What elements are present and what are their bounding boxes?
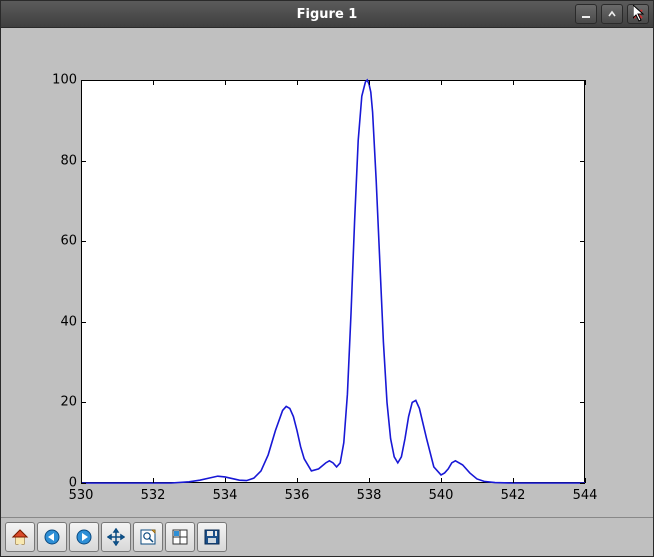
close-button[interactable] — [627, 4, 649, 24]
forward-icon — [75, 528, 93, 546]
save-icon — [203, 528, 221, 546]
x-tick-mark — [513, 478, 514, 483]
x-tick-mark — [153, 80, 154, 85]
x-tick-mark — [585, 80, 586, 85]
y-tick-mark — [81, 161, 86, 162]
maximize-button[interactable] — [601, 4, 623, 24]
home-icon — [11, 528, 29, 546]
home-button[interactable] — [5, 522, 35, 552]
x-tick-label: 532 — [141, 488, 166, 503]
figure-window: Figure 1 02040608010 — [0, 0, 654, 557]
x-tick-mark — [81, 80, 82, 85]
y-tick-label: 80 — [37, 153, 77, 168]
line-plot — [81, 80, 585, 483]
x-tick-mark — [297, 80, 298, 85]
back-button[interactable] — [37, 522, 67, 552]
window-title: Figure 1 — [297, 7, 358, 22]
zoom-button[interactable] — [133, 522, 163, 552]
matplotlib-toolbar — [1, 517, 653, 556]
save-button[interactable] — [197, 522, 227, 552]
x-tick-label: 540 — [429, 488, 454, 503]
minimize-icon — [581, 9, 591, 19]
y-tick-label: 60 — [37, 234, 77, 249]
subplots-button[interactable] — [165, 522, 195, 552]
maximize-icon — [607, 9, 617, 19]
y-tick-mark — [81, 402, 86, 403]
y-tick-mark — [81, 322, 86, 323]
x-tick-mark — [585, 478, 586, 483]
zoom-icon — [139, 528, 157, 546]
x-tick-mark — [225, 478, 226, 483]
pan-button[interactable] — [101, 522, 131, 552]
subplots-icon — [171, 528, 189, 546]
minimize-button[interactable] — [575, 4, 597, 24]
y-tick-mark — [580, 402, 585, 403]
x-tick-label: 534 — [213, 488, 238, 503]
titlebar: Figure 1 — [1, 1, 653, 28]
forward-button[interactable] — [69, 522, 99, 552]
pan-icon — [107, 528, 125, 546]
x-tick-label: 536 — [285, 488, 310, 503]
window-controls — [575, 4, 649, 24]
x-tick-mark — [81, 478, 82, 483]
y-tick-mark — [580, 483, 585, 484]
x-tick-mark — [369, 80, 370, 85]
x-tick-mark — [225, 80, 226, 85]
y-tick-mark — [580, 241, 585, 242]
x-tick-mark — [513, 80, 514, 85]
y-tick-mark — [81, 241, 86, 242]
y-tick-mark — [580, 322, 585, 323]
x-tick-mark — [441, 478, 442, 483]
x-tick-label: 538 — [357, 488, 382, 503]
x-tick-mark — [369, 478, 370, 483]
x-tick-mark — [441, 80, 442, 85]
y-tick-label: 20 — [37, 395, 77, 410]
figure-canvas[interactable]: 020406080100530532534536538540542544 — [7, 34, 647, 511]
x-tick-mark — [297, 478, 298, 483]
y-tick-mark — [580, 161, 585, 162]
x-tick-mark — [153, 478, 154, 483]
x-tick-label: 544 — [573, 488, 598, 503]
close-icon — [633, 9, 643, 19]
y-tick-label: 100 — [37, 73, 77, 88]
y-tick-mark — [81, 483, 86, 484]
x-tick-label: 530 — [69, 488, 94, 503]
back-icon — [43, 528, 61, 546]
x-tick-label: 542 — [501, 488, 526, 503]
y-tick-label: 40 — [37, 314, 77, 329]
client-area: 020406080100530532534536538540542544 — [1, 28, 653, 556]
